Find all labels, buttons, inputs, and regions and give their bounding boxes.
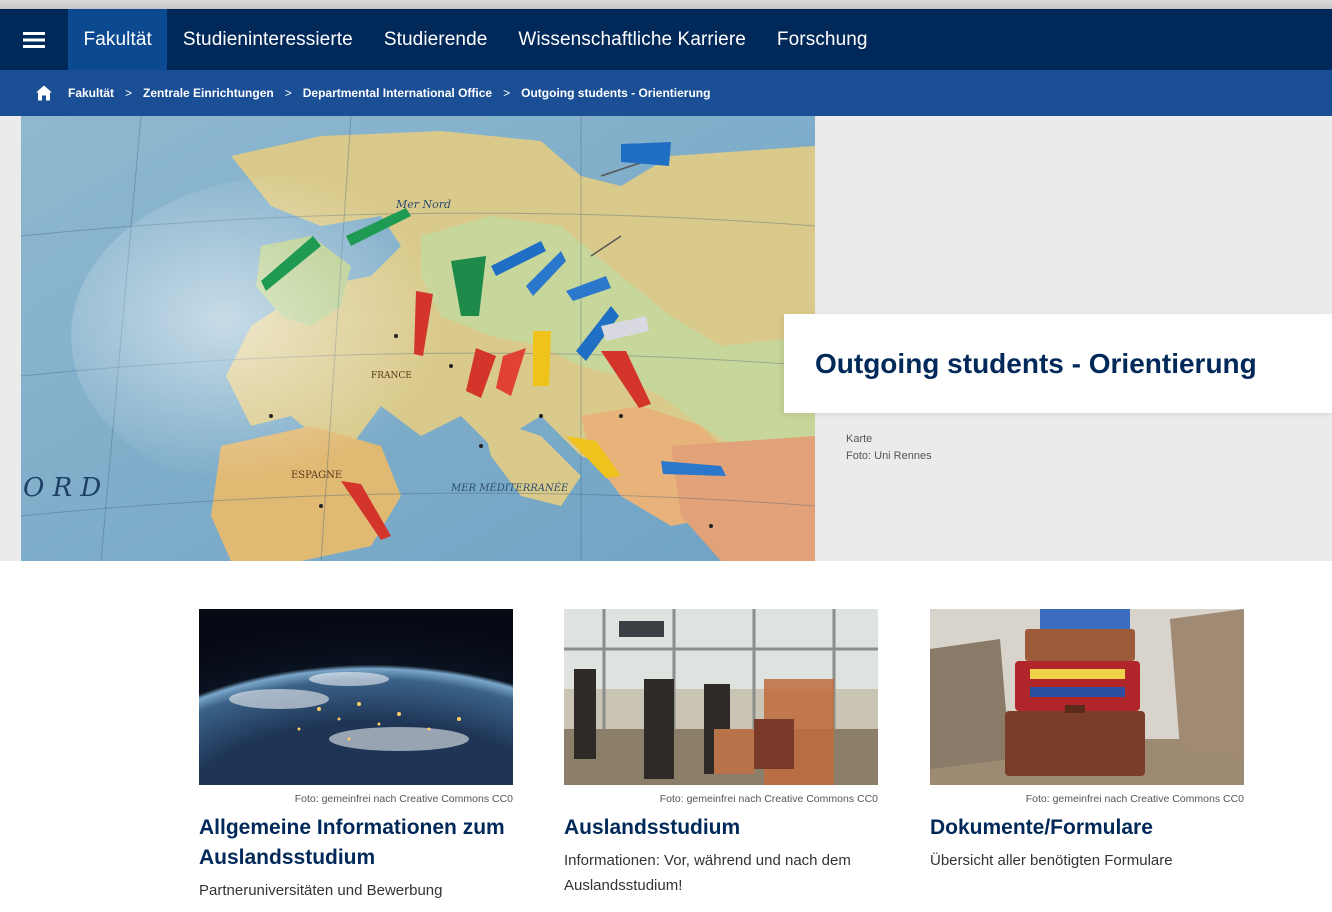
- map-label-france: FRANCE: [371, 371, 412, 381]
- nav-item-fakultaet[interactable]: Fakultät: [68, 9, 168, 70]
- image-credit: Foto: gemeinfrei nach Creative Commons C…: [294, 793, 513, 805]
- image-credit: Foto: gemeinfrei nach Creative Commons C…: [1025, 793, 1244, 805]
- breadcrumb-separator: >: [125, 86, 133, 100]
- card-description: Partneruniversitäten und Bewerbung: [199, 882, 443, 899]
- breadcrumb-separator: >: [503, 86, 511, 100]
- hero-map-image: O R D Mer Nord FRANCE ESPAGNE MER MÉDITE…: [21, 116, 815, 561]
- page-title: Outgoing students - Orientierung: [815, 347, 1257, 379]
- breadcrumb-item-zentrale-einrichtungen[interactable]: Zentrale Einrichtungen: [143, 86, 274, 100]
- breadcrumb: Fakultät > Zentrale Einrichtungen > Depa…: [0, 70, 1332, 116]
- hamburger-icon: [23, 31, 45, 48]
- suitcases-image[interactable]: [930, 609, 1244, 785]
- card-description: Informationen: Vor, während und nach dem…: [564, 852, 851, 894]
- teaser-card-dokumente-formulare[interactable]: Foto: gemeinfrei nach Creative Commons C…: [930, 609, 1244, 873]
- image-credit: Foto: gemeinfrei nach Creative Commons C…: [659, 793, 878, 805]
- breadcrumb-item-current[interactable]: Outgoing students - Orientierung: [521, 86, 710, 100]
- nav-item-wissenschaftliche-karriere[interactable]: Wissenschaftliche Karriere: [503, 9, 762, 70]
- breadcrumb-item-fakultaet[interactable]: Fakultät: [68, 86, 114, 100]
- card-title-link[interactable]: Dokumente/Formulare: [930, 813, 1244, 843]
- nav-item-studierende[interactable]: Studierende: [368, 9, 503, 70]
- earth-night-image[interactable]: [199, 609, 513, 785]
- main-navigation: Fakultät Studieninteressierte Studierend…: [0, 9, 1332, 70]
- breadcrumb-item-international-office[interactable]: Departmental International Office: [303, 86, 492, 100]
- map-label-mer-med: MER MÉDITERRANÉE: [450, 482, 569, 494]
- card-title-link[interactable]: Allgemeine Informationen zum Auslandsstu…: [199, 813, 513, 873]
- hero-title-box: Outgoing students - Orientierung: [784, 314, 1332, 413]
- map-label-ord: O R D: [23, 473, 101, 503]
- breadcrumb-separator: >: [284, 86, 292, 100]
- home-icon[interactable]: [35, 84, 53, 102]
- map-label-mer-nord: Mer Nord: [395, 198, 451, 211]
- nav-item-studieninteressierte[interactable]: Studieninteressierte: [167, 9, 368, 70]
- menu-button[interactable]: [0, 9, 68, 70]
- teaser-card-auslandsstudium[interactable]: Foto: gemeinfrei nach Creative Commons C…: [564, 609, 878, 898]
- window-top-strip: [0, 0, 1332, 9]
- hero-caption-credit: Foto: Uni Rennes: [846, 450, 932, 462]
- card-title-link[interactable]: Auslandsstudium: [564, 813, 878, 843]
- map-label-espagne: ESPAGNE: [291, 470, 342, 481]
- hero-caption-label: Karte: [846, 433, 873, 445]
- hero-section: O R D Mer Nord FRANCE ESPAGNE MER MÉDITE…: [0, 116, 1332, 561]
- teaser-card-allgemeine-informationen[interactable]: Foto: gemeinfrei nach Creative Commons C…: [199, 609, 513, 903]
- airport-image[interactable]: [564, 609, 878, 785]
- card-description: Übersicht aller benötigten Formulare: [930, 852, 1173, 869]
- nav-item-forschung[interactable]: Forschung: [761, 9, 883, 70]
- hero-caption: Karte Foto: Uni Rennes: [846, 431, 932, 465]
